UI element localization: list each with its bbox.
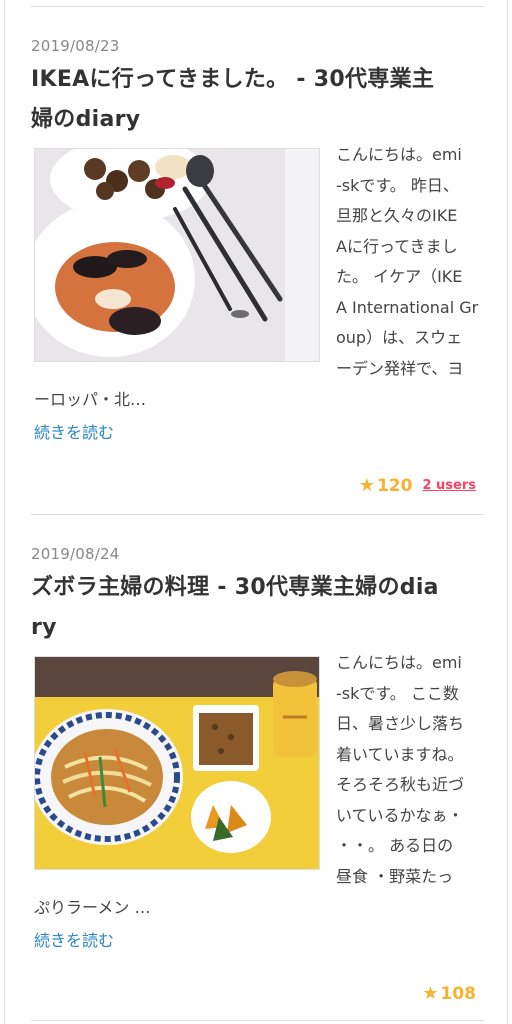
divider (31, 514, 484, 515)
excerpt-line: A International Gr (336, 297, 479, 317)
entry-excerpt: こんにちは。emi -skです。 ここ数 日、暑さ少し落ち 着いていますね。 そ… (336, 648, 481, 892)
entry-date: 2019/08/24 (31, 545, 120, 563)
ikea-meal-photo-icon (35, 149, 319, 361)
excerpt-line: こんにちは。emi (336, 145, 462, 164)
bookmark-stats: ★ 108 (422, 983, 476, 1004)
star-count[interactable]: ★ 108 (422, 983, 476, 1004)
excerpt-line: た。 イケア（IKE (336, 267, 463, 286)
star-icon: ★ (422, 983, 439, 1004)
star-icon: ★ (358, 475, 375, 496)
excerpt-line: いているかなぁ・ (336, 805, 464, 825)
entry-title[interactable]: IKEAに行ってきました。 - 30代専業主 婦のdiary (31, 60, 484, 140)
excerpt-line: Aに行ってきまし (336, 236, 458, 256)
entry-date: 2019/08/23 (31, 37, 120, 55)
excerpt-line: 着いていますね。 (336, 744, 464, 764)
entry-thumbnail[interactable] (34, 148, 320, 362)
entry-card: 2019/08/23 IKEAに行ってきました。 - 30代専業主 婦のdiar… (31, 36, 484, 496)
excerpt-line: そろそろ秋も近づ (336, 775, 465, 794)
entry-excerpt: こんにちは。emi -skです。 昨日、 旦那と久々のIKE Aに行ってきまし … (336, 140, 481, 384)
star-count-value: 120 (376, 475, 413, 496)
entry-card: 2019/08/24 ズボラ主婦の料理 - 30代専業主婦のdia ry こんに… (31, 544, 484, 1004)
excerpt-line: ーデン発祥で、ヨ (336, 358, 464, 378)
entry-title-line[interactable]: 婦のdiary (31, 100, 484, 140)
excerpt-line: 日、暑さ少し落ち (336, 714, 465, 733)
excerpt-line: oup）は、スウェ (336, 328, 463, 347)
entry-title-line[interactable]: IKEAに行ってきました。 - 30代専業主 (31, 60, 484, 100)
excerpt-line: -skです。 ここ数 (336, 683, 459, 703)
divider (31, 1020, 484, 1021)
ramen-lunch-photo-icon (35, 657, 319, 869)
bookmark-users-link[interactable]: 2 users (422, 478, 476, 493)
excerpt-continuation: ぷりラーメン … (34, 898, 151, 917)
entry-title-line[interactable]: ズボラ主婦の料理 - 30代専業主婦のdia (31, 568, 484, 608)
excerpt-line: ・・。 ある日の (336, 836, 454, 855)
entry-thumbnail[interactable] (34, 656, 320, 870)
read-more-link[interactable]: 続きを読む (34, 930, 114, 952)
read-more-link[interactable]: 続きを読む (34, 422, 114, 444)
entry-title[interactable]: ズボラ主婦の料理 - 30代専業主婦のdia ry (31, 568, 484, 648)
divider (31, 6, 484, 7)
excerpt-line: こんにちは。emi (336, 653, 462, 672)
excerpt-line: 旦那と久々のIKE (336, 206, 458, 225)
star-count[interactable]: ★ 120 (359, 475, 413, 496)
entry-title-line[interactable]: ry (31, 608, 484, 648)
star-count-value: 108 (440, 983, 477, 1004)
excerpt-continuation: ーロッパ・北… (34, 390, 147, 409)
excerpt-line: 昼食 ・野菜たっ (336, 866, 454, 886)
bookmark-stats: ★ 120 2 users (359, 475, 476, 496)
excerpt-line: -skです。 昨日、 (336, 175, 459, 195)
